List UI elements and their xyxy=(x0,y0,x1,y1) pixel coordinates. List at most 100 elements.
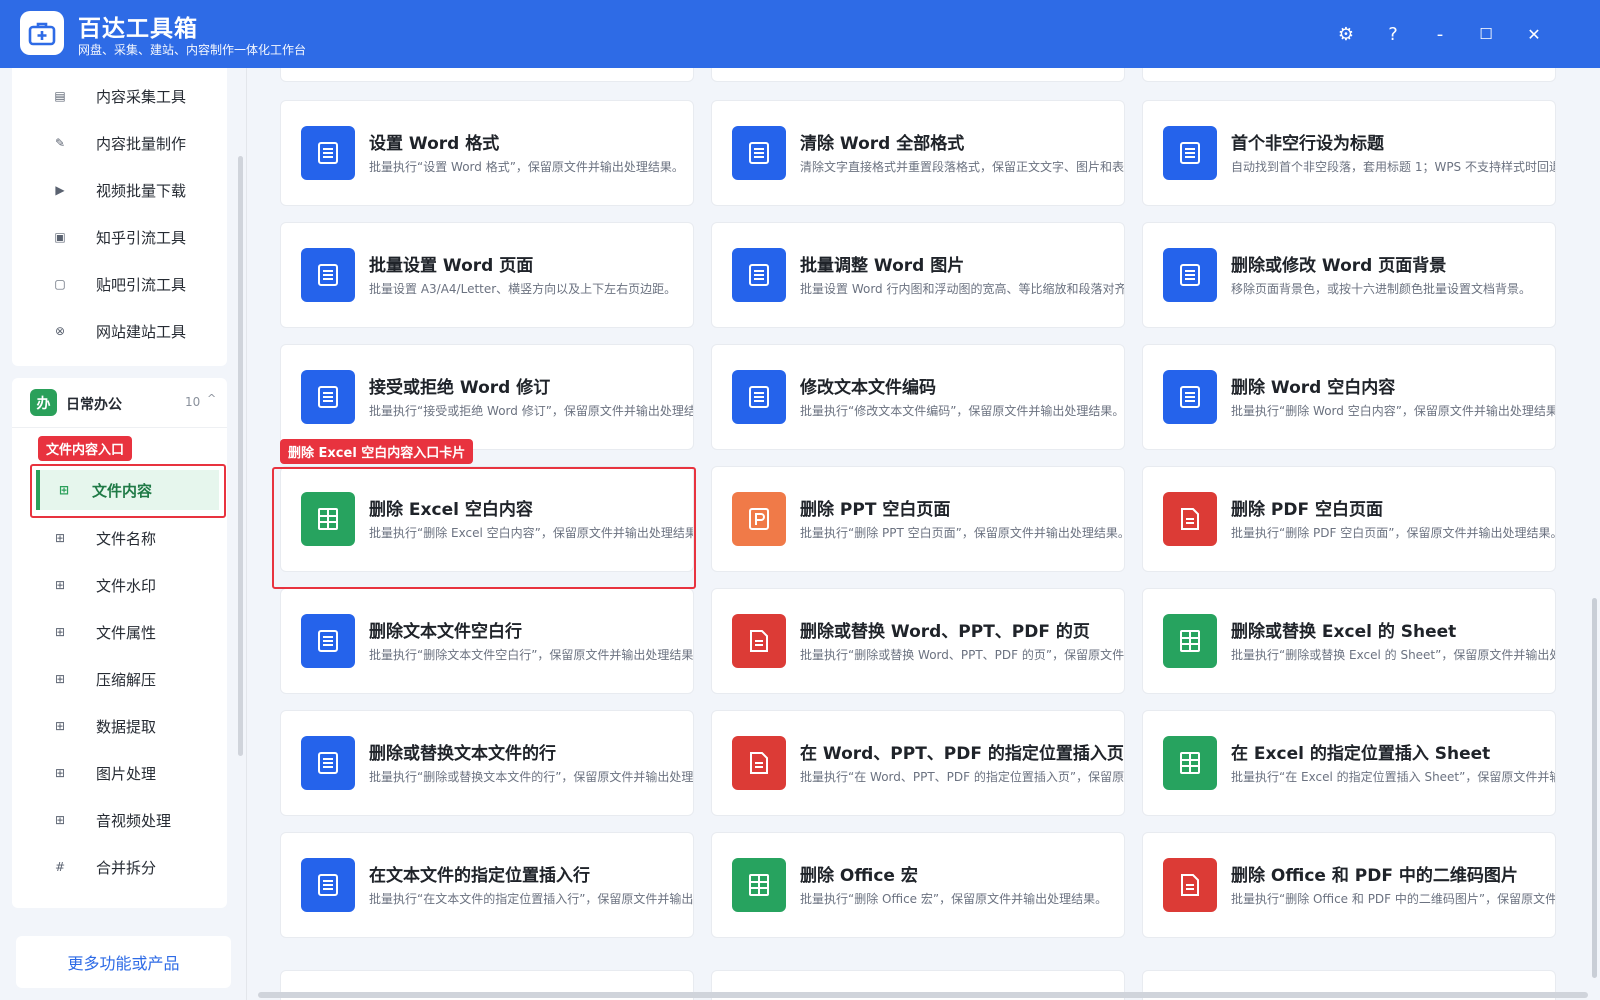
close-button[interactable]: ✕ xyxy=(1520,20,1548,48)
tool-card[interactable]: 删除或替换文本文件的行 批量执行“删除或替换文本文件的行”，保留原文件并输出处理结… xyxy=(280,710,694,816)
tool-card-desc: 批量设置 Word 行内图和浮动图的宽高、等比缩放和段落对齐。 xyxy=(800,282,1125,296)
group-count: 10 xyxy=(185,395,201,409)
tool-card[interactable]: 修改文本文件编码 批量执行“修改文本文件编码”，保留原文件并输出处理结果。 xyxy=(711,344,1125,450)
tool-card-title: 接受或拒绝 Word 修订 xyxy=(369,378,551,398)
tool-card[interactable]: 删除 PPT 空白页面批量执行“删除 PPT 空白页面”，保留原文件并输出处理结… xyxy=(711,466,1125,572)
tool-card-desc: 批量执行“删除 PDF 空白页面”，保留原文件并输出处理结果。 xyxy=(1231,526,1556,540)
word-file-icon xyxy=(1163,248,1217,302)
word-file-icon xyxy=(1163,126,1217,180)
tool-card[interactable]: 接受或拒绝 Word 修订 批量执行“接受或拒绝 Word 修订”，保留原文件并输… xyxy=(280,344,694,450)
word-file-icon xyxy=(301,858,355,912)
chevron-up-icon[interactable]: ^ xyxy=(207,392,216,405)
tool-card[interactable]: 删除 Word 空白内容 批量执行“删除 Word 空白内容”，保留原文件并输出处… xyxy=(1142,344,1556,450)
title-bar: 百达工具箱 网盘、采集、建站、内容制作一体化工作台 ⚙ ? - ☐ ✕ xyxy=(0,0,1600,68)
sidebar-tools-group: ▤ 内容采集工具 ✎ 内容批量制作 ▶ 视频批量下载 ▣ 知乎引流工具 ▢ 贴吧… xyxy=(12,68,227,366)
tool-card[interactable]: 清除 Word 全部格式 清除文字直接格式并重置段落格式，保留正文文字、图片和表格… xyxy=(711,100,1125,206)
word-file-icon xyxy=(301,614,355,668)
sidebar-item-image-process[interactable]: ⊞ 图片处理 xyxy=(12,753,227,793)
tool-card[interactable]: 删除或替换 Excel 的 Sheet 批量执行“删除或替换 Excel 的 Sh… xyxy=(1142,588,1556,694)
tool-card[interactable]: 删除 Office 和 PDF 中的二维码图片 批量执行“删除 Office 和 … xyxy=(1142,832,1556,938)
sidebar-item-batch-make[interactable]: ✎ 内容批量制作 xyxy=(12,123,227,163)
excel-file-icon xyxy=(732,858,786,912)
file-content-annotation-tag: 文件内容入口 xyxy=(38,436,133,461)
video-icon: ▶ xyxy=(55,183,65,197)
sidebar-scrollbar[interactable] xyxy=(238,156,243,756)
tool-card[interactable]: 批量调整 Word 图片 批量设置 Word 行内图和浮动图的宽高、等比缩放和段落… xyxy=(711,222,1125,328)
tool-card[interactable]: 设置 Word 格式批量执行“设置 Word 格式”，保留原文件并输出处理结果。 xyxy=(280,100,694,206)
tool-card[interactable]: 删除 PDF 空白页面批量执行“删除 PDF 空白页面”，保留原文件并输出处理结… xyxy=(1142,466,1556,572)
sidebar-item-data-extract[interactable]: ⊞ 数据提取 xyxy=(12,706,227,746)
tool-card-title: 删除或替换 Word、PPT、PDF 的页 xyxy=(800,622,1090,642)
tool-card-title: 首个非空行设为标题 xyxy=(1231,134,1384,154)
tool-card[interactable]: 删除或替换 Word、PPT、PDF 的页 批量执行“删除或替换 Word、PPT… xyxy=(711,588,1125,694)
word-file-icon xyxy=(732,248,786,302)
zhihu-icon: ▣ xyxy=(54,230,66,244)
word-file-icon xyxy=(301,370,355,424)
tool-card-desc: 批量执行“删除文本文件空白行”，保留原文件并输出处理结果。 xyxy=(369,648,694,662)
tool-card-partial[interactable] xyxy=(280,68,694,82)
tool-card-desc: 批量执行“删除 PPT 空白页面”，保留原文件并输出处理结果。 xyxy=(800,526,1125,540)
tool-card-title: 在 Word、PPT、PDF 的指定位置插入页 xyxy=(800,744,1124,764)
tool-card[interactable]: 在 Excel 的指定位置插入 Sheet 批量执行“在 Excel 的指定位置插… xyxy=(1142,710,1556,816)
grid-icon: ⊞ xyxy=(54,672,66,686)
tool-card-title: 删除 PPT 空白页面 xyxy=(800,500,951,520)
globe-icon: ⊗ xyxy=(54,324,66,338)
office-group-icon: 办 xyxy=(30,389,57,416)
tool-card-desc: 批量设置 A3/A4/Letter、横竖方向以及上下左右页边距。 xyxy=(369,282,677,296)
tool-card-desc: 清除文字直接格式并重置段落格式，保留正文文字、图片和表格。 xyxy=(800,160,1125,174)
tool-card-partial[interactable] xyxy=(1142,68,1556,82)
grid-icon: ⊞ xyxy=(54,813,66,827)
maximize-button[interactable]: ☐ xyxy=(1472,20,1500,48)
sidebar-item-compress[interactable]: ⊞ 压缩解压 xyxy=(12,659,227,699)
excel-file-icon xyxy=(1163,736,1217,790)
sidebar-item-content-collect[interactable]: ▤ 内容采集工具 xyxy=(12,76,227,116)
sidebar-item-tieba[interactable]: ▢ 贴吧引流工具 xyxy=(12,264,227,304)
tool-card-grid: 设置 Word 格式批量执行“设置 Word 格式”，保留原文件并输出处理结果。… xyxy=(252,68,1600,1000)
pdf-file-icon xyxy=(1163,858,1217,912)
sidebar-item-file-attr[interactable]: ⊞ 文件属性 xyxy=(12,612,227,652)
tool-card[interactable]: 删除 Office 宏批量执行“删除 Office 宏”，保留原文件并输出处理结… xyxy=(711,832,1125,938)
tool-card-title: 删除文本文件空白行 xyxy=(369,622,522,642)
sidebar-item-site-build[interactable]: ⊗ 网站建站工具 xyxy=(12,311,227,351)
sidebar-item-file-watermark[interactable]: ⊞ 文件水印 xyxy=(12,565,227,605)
tool-card-desc: 移除页面背景色，或按十六进制颜色批量设置文档背景。 xyxy=(1231,282,1532,296)
help-icon[interactable]: ? xyxy=(1379,20,1407,48)
more-products-button[interactable]: 更多功能或产品 xyxy=(16,936,231,988)
pdf-file-icon xyxy=(732,614,786,668)
tool-card[interactable]: 批量设置 Word 页面批量设置 A3/A4/Letter、横竖方向以及上下左右… xyxy=(280,222,694,328)
grid-icon: ⊞ xyxy=(54,531,66,545)
vertical-scrollbar[interactable] xyxy=(1592,598,1597,978)
hash-icon: # xyxy=(54,860,66,874)
tool-card-desc: 批量执行“设置 Word 格式”，保留原文件并输出处理结果。 xyxy=(369,160,684,174)
sidebar-item-av-process[interactable]: ⊞ 音视频处理 xyxy=(12,800,227,840)
tool-card[interactable]: 在文本文件的指定位置插入行 批量执行“在文本文件的指定位置插入行”，保留原文件并输… xyxy=(280,832,694,938)
pen-icon: ✎ xyxy=(54,136,66,150)
excel-card-annotation-tag: 删除 Excel 空白内容入口卡片 xyxy=(280,439,474,464)
sidebar-item-video-download[interactable]: ▶ 视频批量下载 xyxy=(12,170,227,210)
tool-card-title: 批量设置 Word 页面 xyxy=(369,256,534,276)
word-file-icon xyxy=(301,126,355,180)
word-file-icon xyxy=(301,736,355,790)
settings-gear-icon[interactable]: ⚙ xyxy=(1332,20,1360,48)
tool-card-title: 删除 Office 宏 xyxy=(800,866,918,886)
minimize-button[interactable]: - xyxy=(1426,20,1454,48)
sidebar-item-merge-split[interactable]: # 合并拆分 xyxy=(12,847,227,887)
group-header-office[interactable]: 办 日常办公 10 ^ xyxy=(12,378,227,428)
tool-card-partial[interactable] xyxy=(711,68,1125,82)
horizontal-scrollbar[interactable] xyxy=(258,992,1588,998)
toolbox-logo-icon xyxy=(20,11,64,55)
tool-card[interactable]: 删除或修改 Word 页面背景 移除页面背景色，或按十六进制颜色批量设置文档背景。 xyxy=(1142,222,1556,328)
pdf-file-icon xyxy=(732,736,786,790)
sidebar-item-file-name[interactable]: ⊞ 文件名称 xyxy=(12,518,227,558)
sidebar-item-zhihu[interactable]: ▣ 知乎引流工具 xyxy=(12,217,227,257)
tool-card[interactable]: 首个非空行设为标题自动找到首个非空段落，套用标题 1；WPS 不支持样式时回退为… xyxy=(1142,100,1556,206)
tool-card-title: 删除 Word 空白内容 xyxy=(1231,378,1396,398)
word-file-icon xyxy=(1163,370,1217,424)
tool-card[interactable]: 在 Word、PPT、PDF 的指定位置插入页 批量执行“在 Word、PPT、P… xyxy=(711,710,1125,816)
document-icon: ▤ xyxy=(54,89,66,103)
tool-card-title: 删除 PDF 空白页面 xyxy=(1231,500,1384,520)
sidebar: ▤ 内容采集工具 ✎ 内容批量制作 ▶ 视频批量下载 ▣ 知乎引流工具 ▢ 贴吧… xyxy=(0,68,247,1000)
tool-card[interactable]: 删除文本文件空白行批量执行“删除文本文件空白行”，保留原文件并输出处理结果。 xyxy=(280,588,694,694)
tool-card-title: 设置 Word 格式 xyxy=(369,134,500,154)
word-file-icon xyxy=(732,370,786,424)
